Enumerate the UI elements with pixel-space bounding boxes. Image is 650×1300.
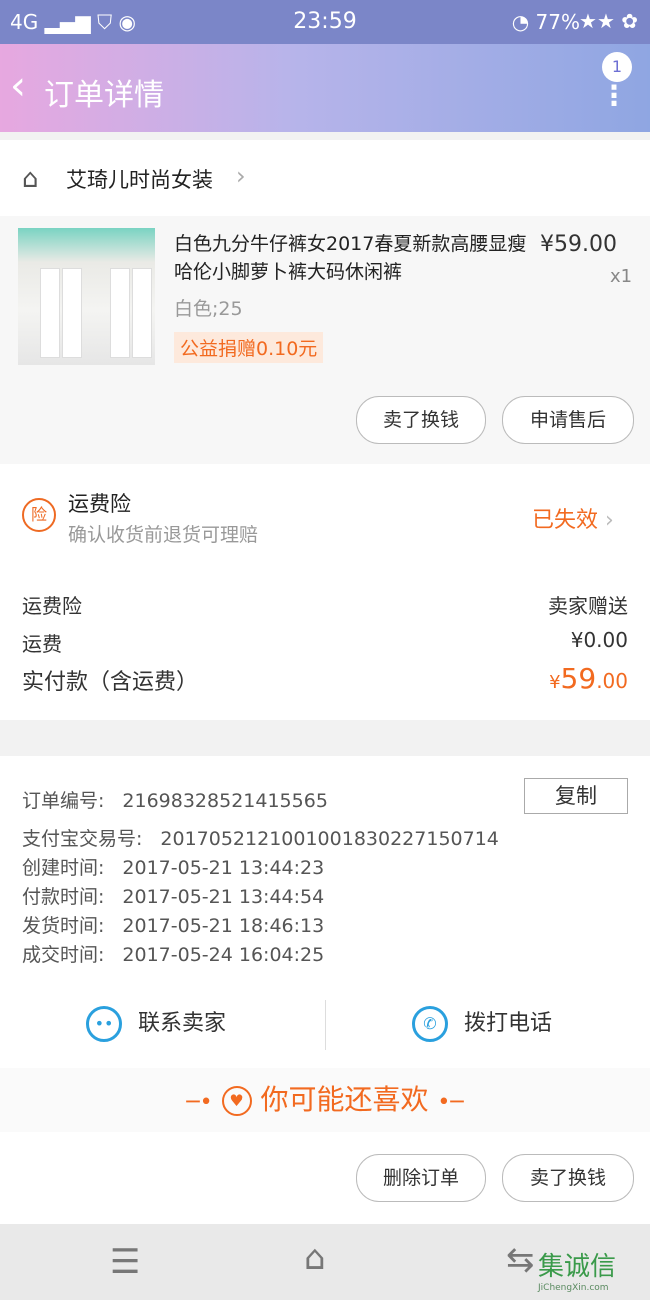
product-price: ¥59.00 bbox=[540, 232, 617, 257]
total-currency: ¥ bbox=[549, 672, 561, 693]
alipay-label: 支付宝交易号: bbox=[22, 828, 143, 850]
insurance-status-text: 已失效 bbox=[532, 508, 599, 533]
order-number-value: 21698328521415565 bbox=[122, 790, 328, 812]
phone-icon: ✆ bbox=[412, 1006, 448, 1042]
total-decimal: .00 bbox=[596, 669, 628, 693]
order-info-section: 订单编号: 21698328521415565 复制 支付宝交易号: 2017052… bbox=[0, 756, 650, 1068]
divider bbox=[325, 1000, 326, 1050]
alipay-value: 2017052121001001830227150714 bbox=[160, 828, 499, 850]
product-image-leg bbox=[132, 268, 152, 358]
insurance-row: 运费险 卖家赠送 bbox=[22, 590, 628, 619]
created-time: 创建时间: 2017-05-21 13:44:23 bbox=[22, 853, 324, 880]
done-value: 2017-05-24 16:04:25 bbox=[122, 944, 325, 966]
page-title: 订单详情 bbox=[44, 78, 164, 113]
menu-icon[interactable]: ☰ bbox=[110, 1242, 140, 1282]
order-number-label: 订单编号: bbox=[22, 790, 105, 812]
store-icon: ⌂ bbox=[22, 164, 39, 194]
status-bar: 4G ▂▄▆ ⛉ ◉ 23:59 ◔ 77% ★★ ✿ bbox=[0, 0, 650, 44]
done-time: 成交时间: 2017-05-24 16:04:25 bbox=[22, 940, 324, 967]
recommend-title: ─• ♥ 你可能还喜欢 •─ bbox=[0, 1078, 650, 1118]
watermark-logo: 集诚信 JiChengXin.com bbox=[538, 1246, 616, 1293]
contact-seller-label: 联系卖家 bbox=[138, 1011, 227, 1036]
recommend-header: ─• ♥ 你可能还喜欢 •─ bbox=[0, 1068, 650, 1132]
after-sale-button[interactable]: 申请售后 bbox=[502, 396, 634, 444]
shipped-time: 发货时间: 2017-05-21 18:46:13 bbox=[22, 911, 324, 938]
nav-bar: ‹ 订单详情 1 ⋮ bbox=[0, 44, 650, 132]
insurance-icon: 险 bbox=[22, 498, 56, 532]
insurance-section: 险 运费险 确认收货前退货可理赔 已失效 › 运费险 卖家赠送 运费 ¥0.00… bbox=[0, 464, 650, 720]
product-image-leg bbox=[40, 268, 60, 358]
total-integer: 59 bbox=[560, 662, 597, 695]
shipping-row: 运费 ¥0.00 bbox=[22, 628, 628, 657]
store-name: 艾琦儿时尚女装 bbox=[66, 168, 213, 192]
system-nav-bar: ☰ ⌂ ⇆ 集诚信 JiChengXin.com bbox=[0, 1224, 650, 1300]
total-label: 实付款（含运费） bbox=[22, 670, 199, 695]
call-phone-label: 拨打电话 bbox=[464, 1011, 553, 1036]
status-decoration-icon: ★★ ✿ bbox=[579, 9, 638, 33]
product-card: 白色九分牛仔裤女2017春夏新款高腰显瘦哈伦小脚萝卜裤大码休闲裤 ¥59.00 … bbox=[0, 216, 650, 464]
alipay-number: 支付宝交易号: 2017052121001001830227150714 bbox=[22, 824, 499, 851]
sell-for-cash-button[interactable]: 卖了换钱 bbox=[502, 1154, 634, 1202]
insurance-subtitle: 确认收货前退货可理赔 bbox=[68, 524, 259, 546]
back-icon[interactable]: ‹ bbox=[10, 66, 26, 106]
delete-order-button[interactable]: 删除订单 bbox=[356, 1154, 486, 1202]
donation-badge: 公益捐赠0.10元 bbox=[174, 332, 324, 363]
chevron-right-icon: › bbox=[605, 508, 614, 533]
copy-button[interactable]: 复制 bbox=[524, 778, 628, 814]
shipped-label: 发货时间: bbox=[22, 915, 105, 937]
home-icon[interactable]: ⌂ bbox=[304, 1238, 326, 1278]
insurance-title: 运费险 bbox=[68, 492, 131, 516]
message-badge[interactable]: 1 bbox=[602, 52, 632, 82]
watermark-text: 集诚信 bbox=[538, 1252, 617, 1282]
total-amount: ¥59.00 bbox=[549, 662, 628, 695]
chat-icon: •• bbox=[86, 1006, 122, 1042]
heart-icon: ♥ bbox=[221, 1086, 252, 1116]
watermark-url: JiChengXin.com bbox=[538, 1283, 609, 1293]
order-number: 订单编号: 21698328521415565 bbox=[22, 786, 328, 813]
more-menu-icon[interactable]: ⋮ bbox=[600, 82, 628, 110]
left-dash-decoration: ─• bbox=[186, 1090, 213, 1115]
row-label: 运费险 bbox=[22, 594, 82, 618]
chevron-right-icon: › bbox=[236, 162, 246, 190]
bottom-action-bar: 删除订单 卖了换钱 bbox=[0, 1132, 650, 1224]
battery-indicator: ◔ 77% bbox=[511, 10, 580, 34]
row-value: ¥0.00 bbox=[570, 628, 628, 652]
row-value: 卖家赠送 bbox=[548, 594, 628, 618]
contact-seller-button[interactable]: •• 联系卖家 bbox=[86, 990, 226, 1058]
created-value: 2017-05-21 13:44:23 bbox=[122, 857, 325, 879]
right-dash-decoration: •─ bbox=[437, 1090, 464, 1115]
insurance-status[interactable]: 已失效 › bbox=[532, 502, 614, 534]
product-sku: 白色;25 bbox=[174, 298, 243, 320]
shipped-value: 2017-05-21 18:46:13 bbox=[122, 915, 325, 937]
call-phone-button[interactable]: ✆ 拨打电话 bbox=[412, 990, 552, 1058]
product-image-leg bbox=[110, 268, 130, 358]
product-image-leg bbox=[62, 268, 82, 358]
product-quantity: x1 bbox=[610, 266, 633, 287]
total-row: 实付款（含运费） ¥59.00 bbox=[22, 662, 628, 696]
product-image[interactable] bbox=[18, 228, 155, 365]
store-row[interactable]: ⌂ 艾琦儿时尚女装 › bbox=[0, 140, 650, 216]
sell-for-cash-button[interactable]: 卖了换钱 bbox=[356, 396, 486, 444]
paid-label: 付款时间: bbox=[22, 886, 105, 908]
back-nav-icon[interactable]: ⇆ bbox=[506, 1240, 535, 1280]
recommend-title-text: 你可能还喜欢 bbox=[260, 1083, 429, 1116]
product-title[interactable]: 白色九分牛仔裤女2017春夏新款高腰显瘦哈伦小脚萝卜裤大码休闲裤 bbox=[174, 230, 534, 286]
done-label: 成交时间: bbox=[22, 944, 105, 966]
paid-value: 2017-05-21 13:44:54 bbox=[122, 886, 325, 908]
row-label: 运费 bbox=[22, 632, 62, 656]
created-label: 创建时间: bbox=[22, 857, 105, 879]
paid-time: 付款时间: 2017-05-21 13:44:54 bbox=[22, 882, 324, 909]
